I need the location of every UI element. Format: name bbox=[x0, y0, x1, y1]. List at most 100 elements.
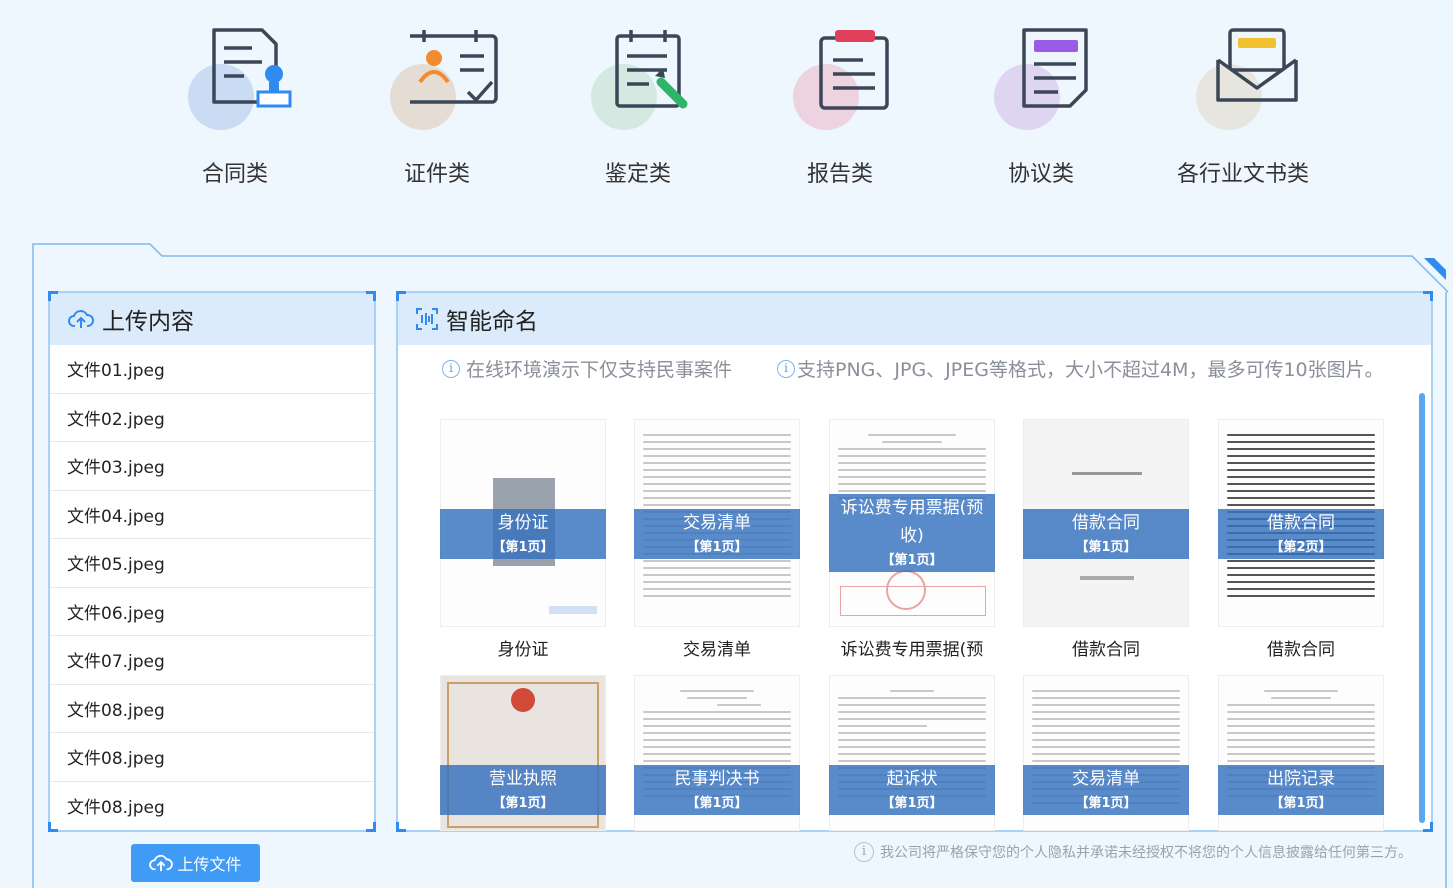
document-overlay: 交易清单 【第1页】 bbox=[634, 509, 800, 559]
bank-mark bbox=[1080, 576, 1134, 580]
corner-decoration bbox=[396, 822, 406, 832]
document-page: 【第1页】 bbox=[686, 796, 748, 811]
document-heading-line bbox=[1072, 472, 1142, 475]
corner-decoration bbox=[366, 291, 376, 301]
document-card[interactable]: 交易清单 【第1页】 交易清单 bbox=[634, 419, 800, 669]
document-overlay: 交易清单 【第1页】 bbox=[1023, 765, 1189, 815]
document-name: 借款合同 bbox=[1267, 513, 1335, 533]
document-caption: 诉讼费专用票据(预 bbox=[840, 640, 984, 660]
corner-decoration bbox=[48, 291, 58, 301]
corner-decoration bbox=[1423, 822, 1433, 832]
category-label: 合同类 bbox=[201, 162, 268, 187]
document-page: 【第1页】 bbox=[492, 540, 554, 555]
category-label: 协议类 bbox=[1007, 162, 1074, 187]
document-card[interactable]: 营业执照 【第1页】 bbox=[440, 675, 606, 831]
document-page: 【第1页】 bbox=[1270, 796, 1332, 811]
document-overlay: 起诉状 【第1页】 bbox=[829, 765, 995, 815]
category-label: 各行业文书类 bbox=[1176, 162, 1309, 187]
file-list-item[interactable]: 文件05.jpeg bbox=[50, 539, 374, 588]
document-overlay: 出院记录 【第1页】 bbox=[1218, 765, 1384, 815]
file-list-item[interactable]: 文件08.jpeg bbox=[50, 782, 374, 831]
certificate-icon bbox=[410, 30, 498, 104]
privacy-notice: i 我公司将严格保守您的个人隐私并承诺未经授权不将您的个人信息披露给任何第三方。 bbox=[854, 842, 1412, 862]
info-icon: i bbox=[442, 359, 460, 378]
category-appraisal[interactable]: 鉴定类 bbox=[563, 22, 713, 192]
document-caption: 身份证 bbox=[497, 640, 549, 660]
document-overlay: 营业执照 【第1页】 bbox=[440, 765, 606, 815]
appraisal-icon bbox=[615, 30, 688, 109]
document-name: 借款合同 bbox=[1072, 513, 1140, 533]
upload-panel-title: 上传内容 bbox=[102, 309, 194, 335]
contract-icon bbox=[212, 28, 292, 108]
document-overlay: 诉讼费专用票据(预收) 【第1页】 bbox=[829, 494, 995, 572]
scrollbar[interactable] bbox=[1419, 393, 1425, 823]
document-overlay: 借款合同 【第2页】 bbox=[1218, 509, 1384, 559]
document-page: 【第2页】 bbox=[1270, 540, 1332, 555]
document-card[interactable]: 借款合同 【第2页】 借款合同 bbox=[1218, 419, 1384, 669]
corner-decoration bbox=[1423, 291, 1433, 301]
document-overlay: 民事判决书 【第1页】 bbox=[634, 765, 800, 815]
category-label: 报告类 bbox=[806, 162, 873, 187]
document-page: 【第1页】 bbox=[1075, 540, 1137, 555]
category-agreement[interactable]: 协议类 bbox=[966, 22, 1116, 192]
document-card[interactable]: 出院记录 【第1页】 bbox=[1218, 675, 1384, 831]
upload-panel-header: 上传内容 bbox=[50, 293, 374, 345]
document-page: 【第1页】 bbox=[1075, 796, 1137, 811]
document-overlay: 借款合同 【第1页】 bbox=[1023, 509, 1189, 559]
file-list-item[interactable]: 文件06.jpeg bbox=[50, 588, 374, 636]
document-name: 身份证 bbox=[497, 513, 549, 533]
document-page: 【第1页】 bbox=[492, 796, 554, 811]
category-contract[interactable]: 合同类 bbox=[160, 22, 310, 192]
notice-civil-only: i 在线环境演示下仅支持民事案件 bbox=[442, 355, 732, 382]
privacy-notice-text: 我公司将严格保守您的个人隐私并承诺未经授权不将您的个人信息披露给任何第三方。 bbox=[880, 845, 1412, 861]
document-name: 交易清单 bbox=[1072, 769, 1140, 789]
file-list-item[interactable]: 文件02.jpeg bbox=[50, 394, 374, 442]
category-report[interactable]: 报告类 bbox=[765, 22, 915, 192]
category-industry-docs[interactable]: 各行业文书类 bbox=[1168, 22, 1318, 192]
document-card[interactable]: 交易清单 【第1页】 bbox=[1023, 675, 1189, 831]
upload-file-button[interactable]: 上传文件 bbox=[131, 844, 260, 882]
file-list-item[interactable]: 文件08.jpeg bbox=[50, 733, 374, 782]
document-card[interactable]: 民事判决书 【第1页】 bbox=[634, 675, 800, 831]
report-icon bbox=[819, 30, 889, 110]
document-name: 出院记录 bbox=[1267, 769, 1335, 789]
cloud-upload-icon bbox=[149, 854, 174, 872]
document-page: 【第1页】 bbox=[881, 553, 943, 568]
corner-decoration bbox=[48, 822, 58, 832]
document-overlay: 身份证 【第1页】 bbox=[440, 509, 606, 559]
corner-decoration bbox=[396, 291, 406, 301]
document-name: 起诉状 bbox=[886, 769, 938, 789]
document-page: 【第1页】 bbox=[686, 540, 748, 555]
document-caption: 借款合同 bbox=[1267, 640, 1335, 660]
emblem-mark bbox=[511, 688, 535, 712]
upload-file-button-label: 上传文件 bbox=[177, 855, 242, 874]
notice-text: 支持PNG、JPG、JPEG等格式，大小不超过4M，最多可传10张图片。 bbox=[797, 359, 1384, 381]
smart-naming-panel: 智能命名 i 在线环境演示下仅支持民事案件 i 支持PNG、JPG、JPEG等格… bbox=[396, 291, 1433, 832]
document-card[interactable]: 身份证 【第1页】 身份证 bbox=[440, 419, 606, 669]
category-row: 合同类 证件类 鉴定类 报告类 协议类 各行业文书类 bbox=[0, 0, 1453, 200]
envelope-icon bbox=[1216, 28, 1298, 102]
smart-naming-title: 智能命名 bbox=[446, 309, 538, 335]
document-name: 交易清单 bbox=[683, 513, 751, 533]
upload-panel: 上传内容 文件01.jpeg 文件02.jpeg 文件03.jpeg 文件04.… bbox=[48, 291, 376, 832]
file-list-item[interactable]: 文件07.jpeg bbox=[50, 636, 374, 685]
document-caption: 借款合同 bbox=[1072, 640, 1140, 660]
agreement-icon bbox=[1022, 28, 1088, 108]
document-name: 诉讼费专用票据(预收) bbox=[840, 498, 984, 546]
document-card[interactable]: 起诉状 【第1页】 bbox=[829, 675, 995, 831]
file-list-item[interactable]: 文件01.jpeg bbox=[50, 345, 374, 394]
info-icon: i bbox=[854, 842, 874, 862]
document-caption: 交易清单 bbox=[683, 640, 751, 660]
file-list-item[interactable]: 文件08.jpeg bbox=[50, 685, 374, 733]
document-name: 营业执照 bbox=[489, 769, 557, 789]
document-card[interactable]: 诉讼费专用票据(预收) 【第1页】 诉讼费专用票据(预 bbox=[829, 419, 995, 669]
smart-naming-header: 智能命名 bbox=[398, 293, 1431, 345]
notice-formats: i 支持PNG、JPG、JPEG等格式，大小不超过4M，最多可传10张图片。 bbox=[777, 355, 1384, 382]
file-list: 文件01.jpeg 文件02.jpeg 文件03.jpeg 文件04.jpeg … bbox=[50, 345, 374, 830]
category-certificate[interactable]: 证件类 bbox=[362, 22, 512, 192]
file-list-item[interactable]: 文件03.jpeg bbox=[50, 442, 374, 491]
corner-decoration bbox=[366, 822, 376, 832]
file-list-item[interactable]: 文件04.jpeg bbox=[50, 491, 374, 539]
document-card[interactable]: 借款合同 【第1页】 借款合同 bbox=[1023, 419, 1189, 669]
scan-icon bbox=[416, 308, 438, 330]
